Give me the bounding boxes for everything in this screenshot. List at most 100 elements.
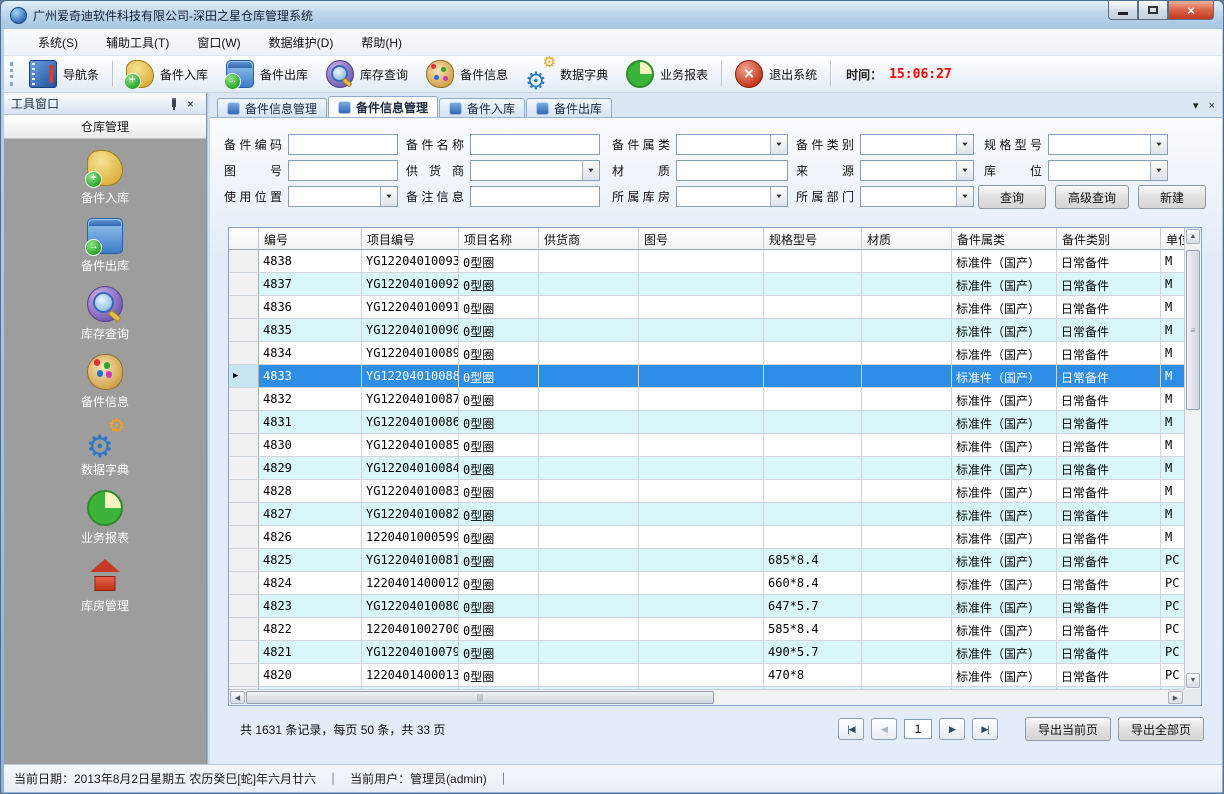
- tool-window-close-button[interactable]: ×: [182, 96, 199, 112]
- column-header[interactable]: 项目名称: [459, 228, 539, 250]
- dropdown-button[interactable]: ▼: [770, 135, 787, 154]
- dropdown-button[interactable]: ▼: [956, 161, 973, 180]
- scroll-right-button[interactable]: ▶: [1168, 691, 1183, 704]
- search-input[interactable]: [288, 134, 398, 155]
- column-header[interactable]: 材质: [862, 228, 952, 250]
- next-page-button[interactable]: ▶: [939, 718, 965, 740]
- table-row[interactable]: ▶4833YG122040100880型圈标准件（国产）日常备件M: [229, 365, 1186, 388]
- export-all-pages-button[interactable]: 导出全部页: [1118, 717, 1204, 741]
- dropdown-button[interactable]: ▼: [582, 161, 599, 180]
- table-row[interactable]: 4827YG122040100820型圈标准件（国产）日常备件M: [229, 503, 1186, 526]
- toolbar-button-parts-info[interactable]: 备件信息: [417, 59, 517, 89]
- column-header[interactable]: 备件类别: [1057, 228, 1161, 250]
- dropdown-button[interactable]: ▼: [1150, 135, 1167, 154]
- search-select[interactable]: ▼: [470, 160, 600, 181]
- search-action-button[interactable]: 查询: [978, 185, 1046, 209]
- menu-item[interactable]: 辅助工具(T): [96, 30, 179, 55]
- scroll-up-button[interactable]: ▲: [1186, 229, 1200, 244]
- tab-item-0[interactable]: 备件信息管理: [217, 98, 327, 117]
- search-action-button[interactable]: 高级查询: [1055, 185, 1129, 209]
- tab-item-1[interactable]: 备件信息管理: [328, 96, 438, 117]
- table-row[interactable]: 4835YG122040100900型圈标准件（国产）日常备件M: [229, 319, 1186, 342]
- table-row[interactable]: 4821YG122040100790型圈490*5.7标准件（国产）日常备件PC: [229, 641, 1186, 664]
- maximize-button[interactable]: [1138, 1, 1168, 20]
- search-input-box[interactable]: [471, 161, 599, 180]
- search-select[interactable]: ▼: [676, 186, 788, 207]
- tab-item-2[interactable]: 备件入库: [439, 98, 525, 117]
- dropdown-button[interactable]: ▼: [956, 187, 973, 206]
- search-select[interactable]: ▼: [860, 186, 974, 207]
- table-row[interactable]: 482012204014000130型圈470*8标准件（国产）日常备件PC: [229, 664, 1186, 687]
- search-select[interactable]: ▼: [1048, 160, 1168, 181]
- sidebar-item-parts-info[interactable]: 备件信息: [4, 354, 206, 422]
- menu-item[interactable]: 系统(S): [28, 30, 88, 55]
- table-row[interactable]: 482212204010027000型圈585*8.4标准件（国产）日常备件PC: [229, 618, 1186, 641]
- table-row[interactable]: 4828YG122040100830型圈标准件（国产）日常备件M: [229, 480, 1186, 503]
- column-header[interactable]: 备件属类: [952, 228, 1057, 250]
- menu-item[interactable]: 窗口(W): [187, 30, 250, 55]
- sidebar-item-parts-in[interactable]: 备件入库: [4, 150, 206, 218]
- search-select[interactable]: ▼: [860, 134, 974, 155]
- dropdown-button[interactable]: ▼: [1150, 161, 1167, 180]
- column-header[interactable]: 项目编号: [362, 228, 459, 250]
- search-input-box[interactable]: [471, 187, 599, 206]
- toolbar-button-data-dict[interactable]: 数据字典: [517, 59, 617, 89]
- table-row[interactable]: 4836YG122040100910型圈标准件（国产）日常备件M: [229, 296, 1186, 319]
- sidebar-item-stock-query[interactable]: 库存查询: [4, 286, 206, 354]
- toolbar-button-stock-query[interactable]: 库存查询: [317, 59, 417, 89]
- scroll-left-button[interactable]: ◀: [230, 691, 245, 704]
- horizontal-scrollbar-thumb[interactable]: |||: [246, 691, 714, 704]
- vertical-scrollbar[interactable]: ▲ ≡ ▼: [1184, 228, 1201, 689]
- search-input-box[interactable]: [471, 135, 599, 154]
- vertical-scrollbar-thumb[interactable]: ≡: [1186, 250, 1200, 410]
- table-row[interactable]: 4825YG122040100810型圈685*8.4标准件（国产）日常备件PC: [229, 549, 1186, 572]
- search-input-box[interactable]: [289, 161, 397, 180]
- table-row[interactable]: 4823YG122040100800型圈647*5.7标准件（国产）日常备件PC: [229, 595, 1186, 618]
- table-row[interactable]: 4830YG122040100850型圈标准件（国产）日常备件M: [229, 434, 1186, 457]
- dropdown-button[interactable]: ▼: [770, 187, 787, 206]
- column-header[interactable]: 编号: [259, 228, 362, 250]
- table-row[interactable]: 4838YG122040100930型圈标准件（国产）日常备件M: [229, 250, 1186, 273]
- toolbar-button-exit[interactable]: 退出系统: [726, 59, 826, 89]
- page-number-input[interactable]: [904, 719, 932, 739]
- last-page-button[interactable]: ▶|: [972, 718, 998, 740]
- toolbar-button-navbar[interactable]: 导航条: [20, 59, 108, 89]
- export-current-page-button[interactable]: 导出当前页: [1025, 717, 1111, 741]
- table-row[interactable]: 4837YG122040100920型圈标准件（国产）日常备件M: [229, 273, 1186, 296]
- table-row[interactable]: 4829YG122040100840型圈标准件（国产）日常备件M: [229, 457, 1186, 480]
- tab-close-button[interactable]: ×: [1209, 100, 1215, 112]
- horizontal-scrollbar[interactable]: ◀ ||| ▶: [229, 689, 1184, 705]
- sidebar-item-parts-out[interactable]: 备件出库: [4, 218, 206, 286]
- search-select[interactable]: ▼: [860, 160, 974, 181]
- column-header[interactable]: 图号: [639, 228, 764, 250]
- toolbar-button-report[interactable]: 业务报表: [617, 59, 717, 89]
- dropdown-button[interactable]: ▼: [380, 187, 397, 206]
- search-input-box[interactable]: [677, 161, 787, 180]
- table-row[interactable]: 482612204010005990型圈标准件（国产）日常备件M: [229, 526, 1186, 549]
- table-row[interactable]: 4834YG122040100890型圈标准件（国产）日常备件M: [229, 342, 1186, 365]
- search-select[interactable]: ▼: [1048, 134, 1168, 155]
- minimize-button[interactable]: [1108, 1, 1138, 20]
- scroll-down-button[interactable]: ▼: [1186, 673, 1200, 688]
- menu-item[interactable]: 数据维护(D): [259, 30, 344, 55]
- toolbar-button-parts-in[interactable]: 备件入库: [117, 59, 217, 89]
- sidebar-item-report[interactable]: 业务报表: [4, 490, 206, 558]
- prev-page-button[interactable]: ◀: [871, 718, 897, 740]
- search-select[interactable]: ▼: [288, 186, 398, 207]
- column-header[interactable]: 供货商: [539, 228, 639, 250]
- toolbar-grip[interactable]: [10, 62, 13, 86]
- table-row[interactable]: 4832YG122040100870型圈标准件（国产）日常备件M: [229, 388, 1186, 411]
- sidebar-item-warehouse[interactable]: 库房管理: [4, 558, 206, 626]
- search-input[interactable]: [288, 160, 398, 181]
- first-page-button[interactable]: |◀: [838, 718, 864, 740]
- search-input[interactable]: [470, 134, 600, 155]
- menu-item[interactable]: 帮助(H): [351, 30, 412, 55]
- search-input[interactable]: [470, 186, 600, 207]
- search-input-box[interactable]: [289, 135, 397, 154]
- search-select[interactable]: ▼: [676, 134, 788, 155]
- dropdown-button[interactable]: ▼: [956, 135, 973, 154]
- column-header[interactable]: 规格型号: [764, 228, 862, 250]
- search-input[interactable]: [676, 160, 788, 181]
- search-action-button[interactable]: 新建: [1138, 185, 1206, 209]
- toolbar-button-parts-out[interactable]: 备件出库: [217, 59, 317, 89]
